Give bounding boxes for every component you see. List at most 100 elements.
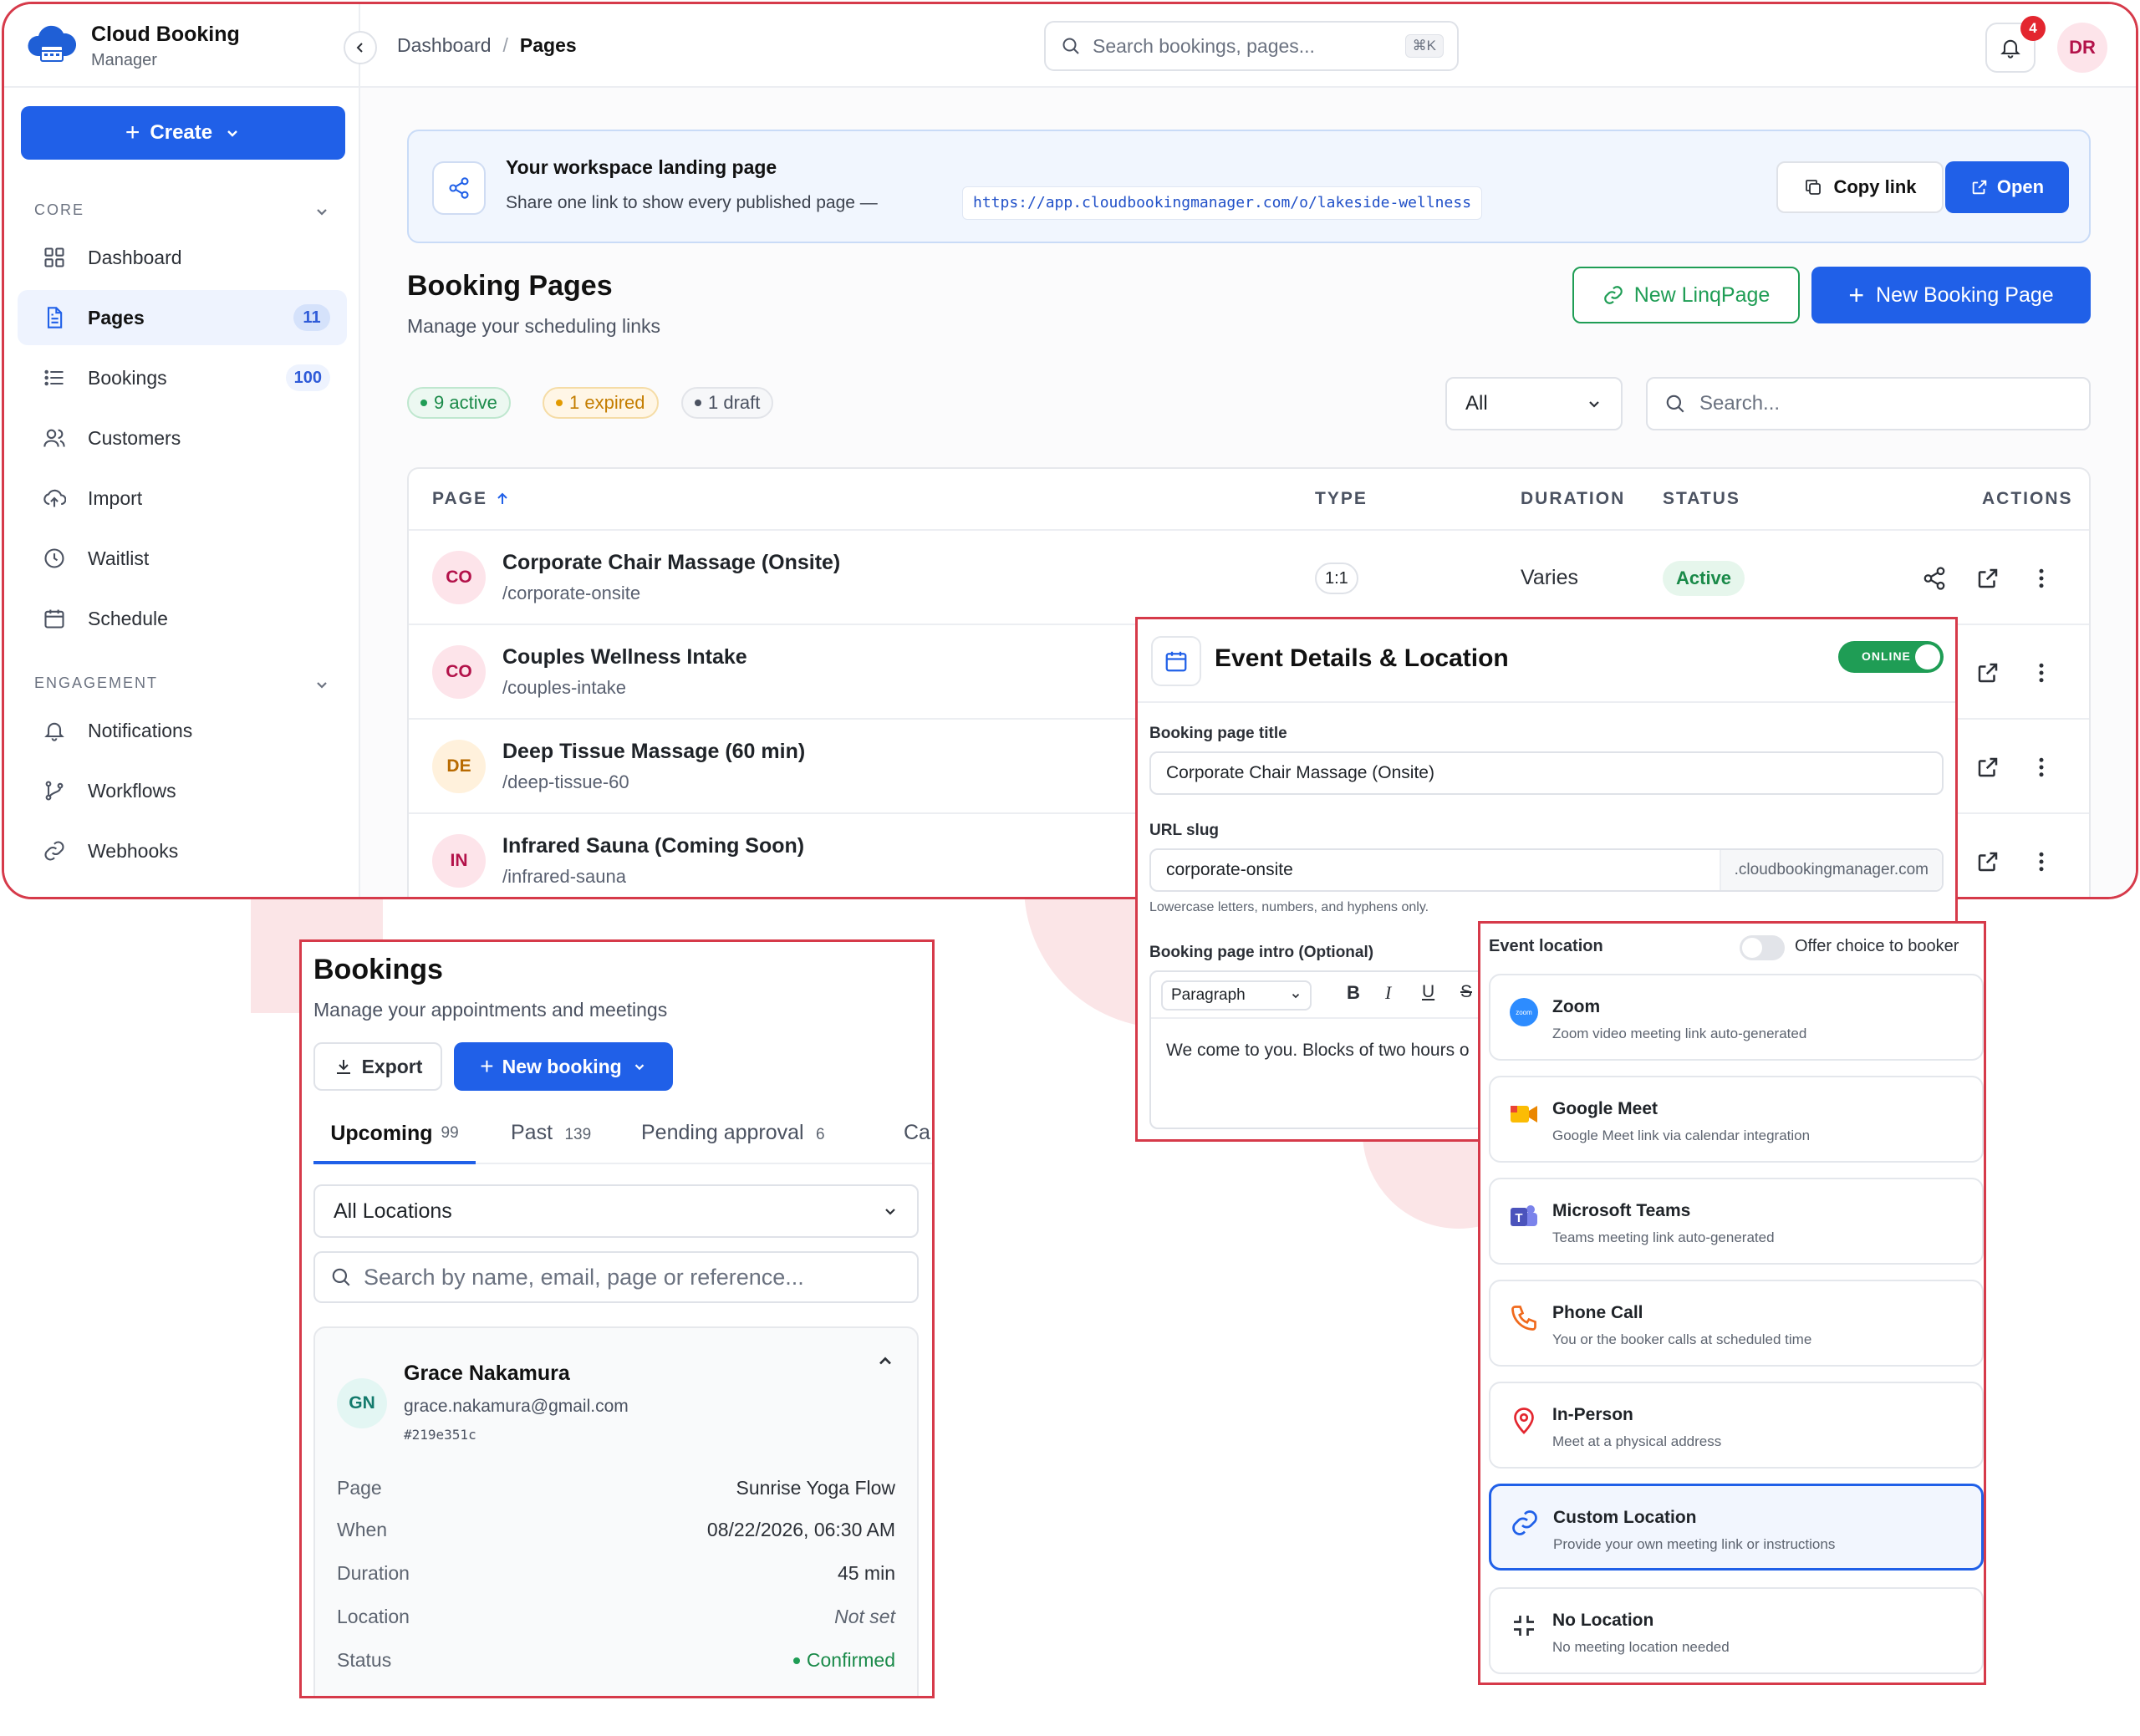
row-title[interactable]: Deep Tissue Massage (60 min) xyxy=(502,740,805,764)
breadcrumb-pages: Pages xyxy=(519,34,577,56)
plus-icon: + xyxy=(1848,279,1865,310)
row-slug: /corporate-onsite xyxy=(502,583,641,603)
row-slug: /deep-tissue-60 xyxy=(502,771,629,792)
share-icon[interactable] xyxy=(1922,566,1947,591)
draft-count-badge[interactable]: 1 draft xyxy=(681,387,774,419)
pages-search-input[interactable]: Search... xyxy=(1646,377,2091,430)
chevron-down-icon xyxy=(1589,401,1599,408)
location-option-desc: Teams meeting link auto-generated xyxy=(1552,1229,1775,1245)
sidebar-item-bookings[interactable]: Bookings 100 xyxy=(18,350,347,405)
booking-title-value: Corporate Chair Massage (Onsite) xyxy=(1166,763,1434,782)
italic-icon[interactable]: I xyxy=(1385,982,1391,1004)
external-link-icon[interactable] xyxy=(1975,755,2000,780)
location-option-desc: Google Meet link via calendar integratio… xyxy=(1552,1128,1811,1143)
copy-link-button[interactable]: Copy link xyxy=(1776,161,1944,213)
new-booking-page-button[interactable]: + New Booking Page xyxy=(1811,267,2091,323)
more-vertical-icon[interactable] xyxy=(2029,849,2054,874)
export-button[interactable]: Export xyxy=(313,1042,442,1091)
collapse-core-icon[interactable] xyxy=(313,203,330,220)
sidebar-item-notifications[interactable]: Notifications xyxy=(18,703,347,758)
row-slug: /couples-intake xyxy=(502,677,626,698)
sidebar-item-dashboard[interactable]: Dashboard xyxy=(18,230,347,285)
expired-count-badge[interactable]: 1 expired xyxy=(543,387,659,419)
location-option-zoom[interactable]: zoom Zoom Zoom video meeting link auto-g… xyxy=(1489,974,1984,1061)
sidebar-item-schedule[interactable]: Schedule xyxy=(18,591,347,646)
search-shortcut: ⌘K xyxy=(1404,34,1444,58)
bell-icon xyxy=(2000,39,2020,59)
strikethrough-icon[interactable]: S xyxy=(1460,982,1472,1002)
more-vertical-icon[interactable] xyxy=(2029,660,2054,685)
landing-url[interactable]: https://app.cloudbookingmanager.com/o/la… xyxy=(962,186,1483,220)
booking-field-when: When 08/22/2026, 06:30 AM xyxy=(337,1519,895,1541)
row-title[interactable]: Couples Wellness Intake xyxy=(502,645,747,669)
landing-description: Share one link to show every published p… xyxy=(506,193,878,212)
field-label: When xyxy=(337,1519,388,1540)
more-vertical-icon[interactable] xyxy=(2029,755,2054,780)
tab-past[interactable]: Past 139 xyxy=(511,1121,591,1145)
download-icon xyxy=(336,1060,350,1074)
sidebar-item-waitlist[interactable]: Waitlist xyxy=(18,531,347,586)
location-filter-select[interactable]: All Locations xyxy=(313,1184,919,1238)
tab-label: Ca xyxy=(904,1121,930,1144)
breadcrumb-dashboard[interactable]: Dashboard xyxy=(397,34,492,57)
chevron-up-icon[interactable] xyxy=(875,1352,895,1372)
external-link-icon[interactable] xyxy=(1975,849,2000,874)
location-option-custom[interactable]: Custom Location Provide your own meeting… xyxy=(1489,1484,1984,1571)
booking-card[interactable]: GN Grace Nakamura grace.nakamura@gmail.c… xyxy=(313,1326,919,1696)
location-option-in-person[interactable]: In-Person Meet at a physical address xyxy=(1489,1382,1984,1469)
tab-cancelled[interactable]: Ca xyxy=(904,1121,932,1145)
booking-title-input[interactable]: Corporate Chair Massage (Onsite) xyxy=(1149,751,1944,795)
sidebar-item-import[interactable]: Import xyxy=(18,471,347,526)
offer-choice-toggle[interactable] xyxy=(1740,935,1785,960)
calendar-icon xyxy=(44,609,64,629)
sidebar-collapse-button[interactable] xyxy=(344,31,377,64)
tab-pending-approval[interactable]: Pending approval 6 xyxy=(641,1121,825,1145)
url-slug-hint: Lowercase letters, numbers, and hyphens … xyxy=(1149,900,1429,914)
new-booking-button[interactable]: + New booking xyxy=(454,1042,673,1091)
share-icon xyxy=(449,177,469,199)
tab-count: 139 xyxy=(564,1126,592,1143)
location-option-teams[interactable]: T Microsoft Teams Teams meeting link aut… xyxy=(1489,1178,1984,1265)
sidebar-item-customers[interactable]: Customers xyxy=(18,410,347,466)
cloud-logo-icon xyxy=(26,19,78,68)
location-option-desc: No meeting location needed xyxy=(1552,1639,1730,1655)
export-label: Export xyxy=(361,1055,423,1077)
row-title[interactable]: Infrared Sauna (Coming Soon) xyxy=(502,834,804,858)
new-linqpage-button[interactable]: New LinqPage xyxy=(1572,267,1800,323)
bookings-search-input[interactable]: Search by name, email, page or reference… xyxy=(313,1251,919,1303)
bold-icon[interactable]: B xyxy=(1347,982,1360,1004)
page-avatar: CO xyxy=(432,551,486,604)
cloud-upload-icon xyxy=(43,489,66,507)
sidebar-item-pages[interactable]: Pages 11 xyxy=(18,290,347,345)
avatar[interactable]: DR xyxy=(2057,23,2107,73)
table-row[interactable]: CO Corporate Chair Massage (Onsite) /cor… xyxy=(409,529,2089,624)
external-link-icon[interactable] xyxy=(1975,660,2000,685)
col-page[interactable]: PAGE xyxy=(432,489,511,509)
underline-icon[interactable]: U xyxy=(1422,982,1434,1002)
create-button[interactable]: + Create xyxy=(21,106,345,160)
active-count-badge[interactable]: 9 active xyxy=(407,387,511,419)
url-slug-input[interactable]: corporate-onsite .cloudbookingmanager.co… xyxy=(1149,848,1944,892)
open-button[interactable]: Open xyxy=(1945,161,2069,213)
sidebar-item-workflows[interactable]: Workflows xyxy=(18,763,347,818)
online-toggle[interactable]: ONLINE xyxy=(1838,641,1944,673)
tab-count: 99 xyxy=(441,1124,459,1142)
location-option-name: Phone Call xyxy=(1552,1303,1643,1322)
location-option-google-meet[interactable]: Google Meet Google Meet link via calenda… xyxy=(1489,1076,1984,1163)
tab-upcoming[interactable]: Upcoming 99 xyxy=(313,1106,476,1164)
row-title[interactable]: Corporate Chair Massage (Onsite) xyxy=(502,551,840,575)
copy-link-label: Copy link xyxy=(1833,176,1917,197)
global-search[interactable]: Search bookings, pages... ⌘K xyxy=(1044,21,1459,71)
location-option-desc: You or the booker calls at scheduled tim… xyxy=(1552,1331,1812,1347)
sidebar-item-webhooks[interactable]: Webhooks xyxy=(18,823,347,878)
collapse-engagement-icon[interactable] xyxy=(313,676,330,693)
more-vertical-icon[interactable] xyxy=(2029,566,2054,591)
format-select[interactable]: Paragraph xyxy=(1161,980,1312,1011)
location-option-phone[interactable]: Phone Call You or the booker calls at sc… xyxy=(1489,1280,1984,1367)
location-option-none[interactable]: No Location No meeting location needed xyxy=(1489,1587,1984,1674)
sidebar-item-label: Workflows xyxy=(88,779,176,802)
sidebar: Cloud Booking Manager + Create CORE Dash… xyxy=(4,4,360,897)
status-filter-select[interactable]: All xyxy=(1445,377,1623,430)
external-link-icon[interactable] xyxy=(1975,566,2000,591)
brand-name: Cloud Booking xyxy=(91,23,240,46)
